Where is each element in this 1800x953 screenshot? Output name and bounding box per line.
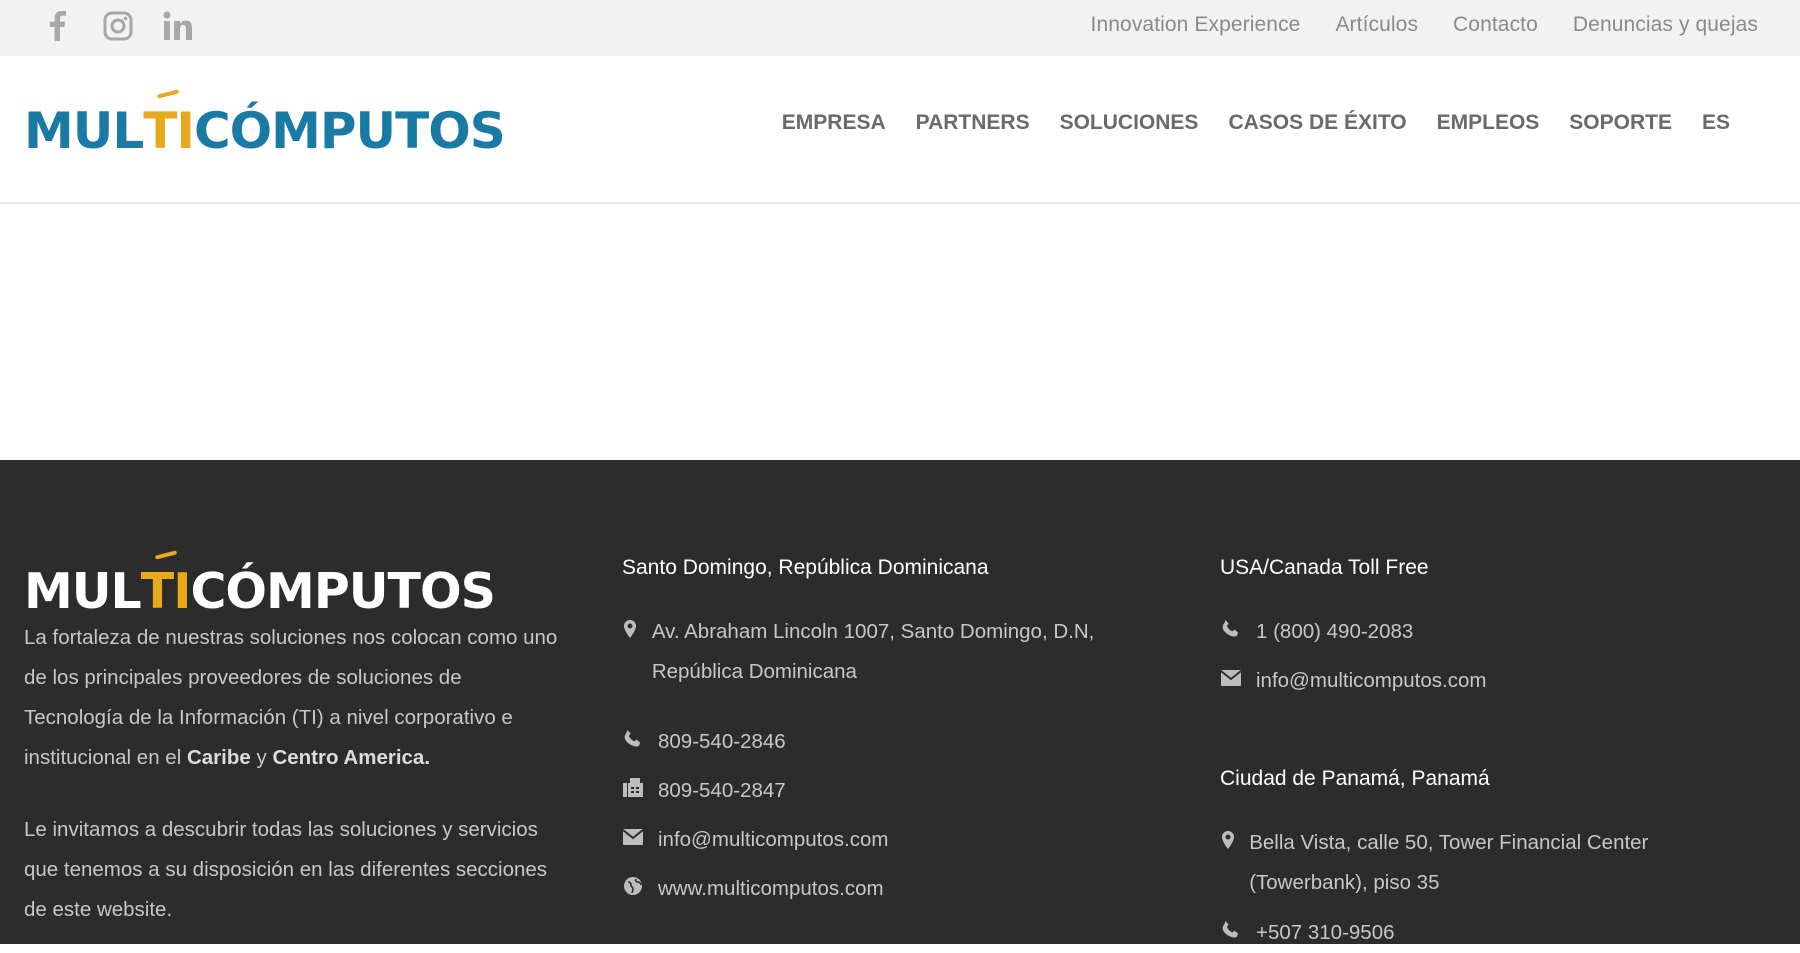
footer-about-text: La fortaleza de nuestras soluciones nos … — [24, 626, 558, 769]
top-link-contacto[interactable]: Contacto — [1453, 13, 1538, 37]
santo-domingo-address: Av. Abraham Lincoln 1007, Santo Domingo,… — [622, 612, 1122, 692]
instagram-icon[interactable] — [100, 8, 136, 44]
santo-domingo-title: Santo Domingo, República Dominicana — [622, 556, 989, 579]
panama-phone: +507 310-9506 — [1220, 913, 1395, 953]
phone-icon — [1220, 618, 1242, 640]
top-links: Innovation Experience Artículos Contacto… — [1091, 0, 1758, 50]
santo-domingo-fax: 809-540-2847 — [622, 771, 786, 811]
nav-item-partners[interactable]: PARTNERS — [916, 111, 1030, 135]
santo-domingo-web: www.multicomputos.com — [622, 869, 884, 909]
panama-address: Bella Vista, calle 50, Tower Financial C… — [1220, 823, 1660, 903]
nav-item-empleos[interactable]: EMPLEOS — [1437, 111, 1540, 135]
linkedin-icon[interactable] — [160, 8, 196, 44]
usa-phone: 1 (800) 490-2083 — [1220, 612, 1413, 652]
panama-title: Ciudad de Panamá, Panamá — [1220, 767, 1490, 790]
santo-domingo-email: info@multicomputos.com — [622, 820, 888, 860]
envelope-icon — [1220, 667, 1242, 689]
top-bar: Innovation Experience Artículos Contacto… — [0, 0, 1800, 56]
footer: MUL TI CÓMPUTOS La fortaleza de nuestras s… — [0, 460, 1800, 944]
facebook-icon[interactable] — [40, 8, 76, 44]
language-selector[interactable]: ES — [1702, 111, 1730, 135]
globe-icon — [622, 875, 644, 897]
phone-icon — [1220, 919, 1242, 941]
usa-canada-title: USA/Canada Toll Free — [1220, 556, 1429, 579]
main-nav: EMPRESA PARTNERS SOLUCIONES CASOS DE ÉXI… — [782, 111, 1730, 135]
usa-email: info@multicomputos.com — [1220, 661, 1486, 701]
header-logo[interactable]: MUL TI CÓMPUTOS — [24, 96, 506, 156]
footer-logo: MUL TI CÓMPUTOS — [24, 563, 496, 620]
main-header: MUL TI CÓMPUTOS EMPRESA PARTNERS SOLUCIONE… — [0, 56, 1800, 204]
footer-invite-text: Le invitamos a descubrir todas las soluc… — [24, 818, 548, 921]
nav-item-soluciones[interactable]: SOLUCIONES — [1060, 111, 1199, 135]
nav-item-empresa[interactable]: EMPRESA — [782, 111, 886, 135]
top-link-denuncias[interactable]: Denuncias y quejas — [1573, 13, 1758, 37]
nav-item-soporte[interactable]: SOPORTE — [1569, 111, 1672, 135]
top-link-innovation-experience[interactable]: Innovation Experience — [1091, 13, 1301, 37]
top-link-articulos[interactable]: Artículos — [1335, 13, 1418, 37]
fax-icon — [622, 777, 644, 799]
map-pin-icon — [622, 618, 638, 640]
map-pin-icon — [1220, 829, 1235, 851]
phone-icon — [622, 728, 644, 750]
social-links — [40, 8, 196, 44]
nav-item-casos-de-exito[interactable]: CASOS DE ÉXITO — [1228, 111, 1406, 135]
santo-domingo-phone: 809-540-2846 — [622, 722, 786, 762]
envelope-icon — [622, 826, 644, 848]
